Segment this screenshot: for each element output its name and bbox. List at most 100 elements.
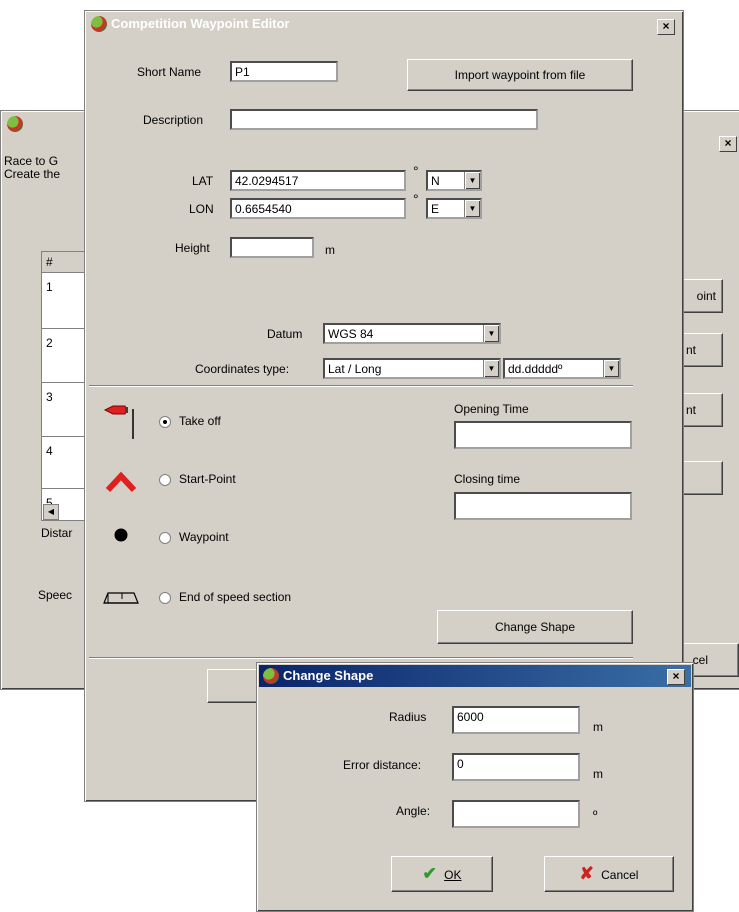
- bg-button-label: oint: [696, 289, 716, 303]
- end-speed-section-icon: [103, 592, 139, 604]
- editor-close-button[interactable]: ×: [657, 19, 675, 35]
- datum-label: Datum: [267, 327, 303, 341]
- app-icon: [91, 16, 107, 32]
- error-distance-unit: m: [593, 767, 603, 781]
- waypoint-icon: [114, 528, 128, 542]
- window-title: Competition Waypoint Editor: [111, 16, 290, 31]
- coordinates-format-value: dd.dddddº: [508, 362, 563, 376]
- opening-time-input[interactable]: [454, 421, 632, 449]
- cancel-button-label: Cancel: [601, 868, 639, 882]
- bg-button-label: nt: [685, 403, 696, 417]
- import-button-label: Import waypoint from file: [454, 68, 586, 82]
- lon-input[interactable]: 0.6654540: [230, 198, 406, 219]
- radius-input[interactable]: 6000: [452, 706, 580, 734]
- coordinates-format-select[interactable]: dd.dddddº ▼: [503, 358, 621, 379]
- table-row[interactable]: 2: [46, 336, 53, 350]
- table-row-number: 2: [46, 336, 53, 350]
- table-row-number: 4: [46, 444, 53, 458]
- error-distance-label: Error distance:: [343, 758, 422, 772]
- chevron-down-icon[interactable]: ▼: [464, 200, 480, 217]
- change-shape-button[interactable]: Change Shape: [437, 610, 633, 644]
- dialog-title: Change Shape: [283, 668, 374, 683]
- datum-select[interactable]: WGS 84 ▼: [323, 323, 501, 344]
- angle-label: Angle:: [396, 804, 431, 818]
- coordinates-type-value: Lat / Long: [328, 362, 382, 376]
- end-speed-section-radio[interactable]: [159, 592, 171, 604]
- description-label: Description: [143, 113, 204, 127]
- import-waypoint-button[interactable]: Import waypoint from file: [407, 59, 633, 91]
- takeoff-label[interactable]: Take off: [179, 414, 221, 428]
- lon-hemisphere-select[interactable]: E ▼: [426, 198, 482, 219]
- waypoint-editor-titlebar: Competition Waypoint Editor: [87, 13, 681, 35]
- bottom-divider: [89, 657, 633, 659]
- table-row[interactable]: 4: [46, 444, 53, 458]
- speed-label: Speec: [38, 588, 73, 602]
- table-row[interactable]: 1: [46, 280, 53, 294]
- lat-degree-symbol: °: [413, 163, 419, 179]
- app-icon: [263, 668, 279, 684]
- angle-input[interactable]: [452, 800, 580, 828]
- change-shape-titlebar: Change Shape: [259, 665, 691, 687]
- waypoint-radio[interactable]: [159, 532, 171, 544]
- lat-input[interactable]: 42.0294517: [230, 170, 406, 191]
- height-label: Height: [175, 241, 210, 255]
- chevron-down-icon[interactable]: ▼: [483, 325, 499, 342]
- short-name-input[interactable]: P1: [230, 61, 338, 82]
- lat-label: LAT: [192, 174, 214, 188]
- table-row-divider: [42, 436, 90, 437]
- ok-button[interactable]: ✔ OK: [391, 856, 493, 892]
- closing-time-label: Closing time: [454, 472, 521, 486]
- change-shape-dialog: Change Shape × Radius 6000 m Error dista…: [256, 662, 694, 912]
- short-name-label: Short Name: [137, 65, 202, 79]
- lon-degree-symbol: °: [413, 191, 419, 207]
- app-icon: [7, 116, 23, 132]
- coordinates-type-select[interactable]: Lat / Long ▼: [323, 358, 501, 379]
- table-header: #: [42, 252, 90, 273]
- lat-hemisphere-value: N: [431, 174, 440, 188]
- table-row-number: 3: [46, 390, 53, 404]
- lon-hemisphere-value: E: [431, 202, 440, 216]
- lat-hemisphere-select[interactable]: N ▼: [426, 170, 482, 191]
- race-task-instruction-line: Create the: [4, 167, 61, 181]
- table-row[interactable]: 3: [46, 390, 53, 404]
- opening-time-label: Opening Time: [454, 402, 529, 416]
- end-speed-section-label[interactable]: End of speed section: [179, 590, 291, 604]
- bg-button-label: nt: [685, 343, 696, 357]
- closing-time-input[interactable]: [454, 492, 632, 520]
- height-input[interactable]: [230, 237, 314, 258]
- takeoff-icon: [103, 405, 134, 439]
- cancel-button[interactable]: ✘ Cancel: [544, 856, 674, 892]
- table-row-divider: [42, 488, 90, 489]
- chevron-down-icon[interactable]: ▼: [603, 360, 619, 377]
- race-task-close-button[interactable]: ×: [719, 136, 737, 152]
- radius-unit: m: [593, 720, 603, 734]
- waypoint-label[interactable]: Waypoint: [179, 530, 229, 544]
- table-row-divider: [42, 328, 90, 329]
- race-task-title-line: Race to G: [4, 154, 59, 168]
- lon-label: LON: [189, 202, 214, 216]
- description-input[interactable]: [230, 109, 538, 130]
- angle-unit: º: [593, 808, 598, 822]
- chevron-down-icon[interactable]: ▼: [483, 360, 499, 377]
- check-icon: ✔: [422, 864, 437, 883]
- table-hscroll-left[interactable]: ◀: [43, 504, 59, 520]
- radius-label: Radius: [389, 710, 427, 724]
- distance-label: Distar: [41, 526, 73, 540]
- bg-button-label: cel: [692, 653, 708, 667]
- coordinates-type-label: Coordinates type:: [195, 362, 290, 376]
- start-point-radio[interactable]: [159, 474, 171, 486]
- datum-value: WGS 84: [328, 327, 374, 341]
- table-header-number: #: [46, 255, 53, 269]
- table-row-number: 1: [46, 280, 53, 294]
- dialog-close-button[interactable]: ×: [667, 669, 685, 685]
- close-icon: ✘: [579, 864, 594, 883]
- ok-button-label: OK: [444, 868, 462, 882]
- change-shape-button-label: Change Shape: [494, 620, 576, 634]
- takeoff-radio[interactable]: [159, 416, 171, 428]
- start-point-icon: [105, 471, 137, 493]
- chevron-down-icon[interactable]: ▼: [464, 172, 480, 189]
- error-distance-input[interactable]: 0: [452, 753, 580, 781]
- start-point-label[interactable]: Start-Point: [179, 472, 236, 486]
- section-divider: [89, 385, 633, 387]
- height-unit: m: [325, 243, 335, 257]
